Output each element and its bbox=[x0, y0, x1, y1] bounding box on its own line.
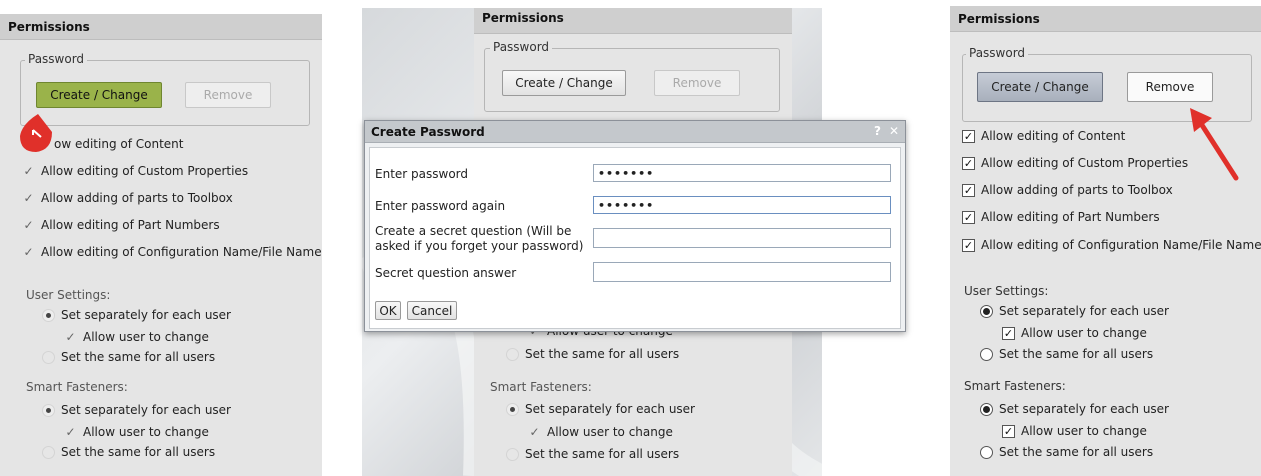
radio-icon bbox=[506, 447, 519, 461]
annotation-arrow-icon bbox=[1190, 108, 1239, 181]
checkbox-checked-icon: ✓ bbox=[962, 183, 975, 197]
radio-selected-icon bbox=[980, 304, 993, 318]
secret-question-label: Create a secret question (Will be asked … bbox=[375, 224, 584, 253]
create-change-button[interactable]: Create / Change bbox=[36, 82, 162, 108]
check-icon: ✓ bbox=[65, 424, 76, 439]
panel-title: Permissions bbox=[474, 8, 792, 34]
enter-password-label: Enter password bbox=[375, 167, 468, 181]
radio-selected-icon bbox=[980, 402, 993, 416]
secret-answer-input[interactable] bbox=[593, 262, 891, 282]
user-set-same-radio[interactable]: Set the same for all users bbox=[42, 350, 215, 364]
user-settings-label: User Settings: bbox=[26, 288, 111, 302]
fast-set-separately-radio[interactable]: Set separately for each user bbox=[42, 403, 231, 417]
checkbox-checked-icon: ✓ bbox=[962, 210, 975, 224]
user-settings-label: User Settings: bbox=[964, 284, 1049, 298]
password-group-label: Password bbox=[25, 52, 88, 66]
remove-button[interactable]: Remove bbox=[185, 82, 271, 108]
smart-fasteners-label: Smart Fasteners: bbox=[964, 379, 1066, 393]
right-panel: Permissions Password Create / Change Rem… bbox=[950, 6, 1261, 476]
smart-fasteners-label: Smart Fasteners: bbox=[26, 380, 128, 394]
radio-icon bbox=[980, 445, 993, 459]
check-icon: ✓ bbox=[23, 217, 34, 232]
perm-toolbox[interactable]: ✓ Allow adding of parts to Toolbox bbox=[962, 183, 1173, 197]
fast-set-separately-radio[interactable]: Set separately for each user bbox=[980, 402, 1169, 416]
panel-title: Permissions bbox=[0, 14, 322, 40]
checkbox-checked-icon: ✓ bbox=[1002, 424, 1015, 438]
radio-selected-icon bbox=[42, 308, 55, 322]
perm-content[interactable]: ow editing of Content bbox=[54, 137, 184, 151]
perm-config-name[interactable]: ✓ Allow editing of Configuration Name/Fil… bbox=[22, 244, 321, 259]
radio-icon bbox=[980, 347, 993, 361]
checkbox-checked-icon: ✓ bbox=[1002, 326, 1015, 340]
user-set-same-radio[interactable]: Set the same for all users bbox=[980, 347, 1153, 361]
password-group-label: Password bbox=[490, 40, 553, 54]
dialog-titlebar: Create Password ? ✕ bbox=[365, 121, 905, 143]
create-change-button[interactable]: Create / Change bbox=[977, 72, 1103, 102]
password-again-input[interactable]: ••••••• bbox=[593, 196, 891, 214]
check-icon: ✓ bbox=[529, 424, 540, 439]
password-group-label: Password bbox=[966, 46, 1029, 60]
perm-part-numbers[interactable]: ✓ Allow editing of Part Numbers bbox=[22, 217, 219, 232]
check-icon: ✓ bbox=[65, 329, 76, 344]
fast-set-same-radio[interactable]: Set the same for all users bbox=[42, 445, 215, 459]
ok-button[interactable]: OK bbox=[375, 301, 401, 320]
enter-password-again-label: Enter password again bbox=[375, 199, 506, 213]
user-set-separately-radio[interactable]: Set separately for each user bbox=[980, 304, 1169, 318]
perm-part-numbers[interactable]: ✓ Allow editing of Part Numbers bbox=[962, 210, 1160, 224]
fast-set-same-radio[interactable]: Set the same for all users bbox=[980, 445, 1153, 459]
fast-allow-change-checkbox[interactable]: ✓ Allow user to change bbox=[1002, 424, 1147, 438]
left-panel: Permissions Password Create / Change Rem… bbox=[0, 14, 322, 476]
perm-toolbox[interactable]: ✓ Allow adding of parts to Toolbox bbox=[22, 190, 232, 205]
radio-selected-icon bbox=[506, 402, 519, 416]
create-change-button[interactable]: Create / Change bbox=[502, 70, 626, 96]
dialog-title: Create Password bbox=[371, 125, 485, 139]
user-allow-change-checkbox[interactable]: ✓ Allow user to change bbox=[64, 329, 208, 344]
radio-icon bbox=[42, 350, 55, 364]
fast-set-separately-radio[interactable]: Set separately for each user bbox=[506, 402, 695, 416]
perm-content[interactable]: ✓ Allow editing of Content bbox=[962, 129, 1125, 143]
fast-allow-change-checkbox[interactable]: ✓ Allow user to change bbox=[528, 424, 672, 439]
remove-button[interactable]: Remove bbox=[654, 70, 740, 96]
panel-title: Permissions bbox=[950, 6, 1261, 32]
check-icon: ✓ bbox=[23, 163, 34, 178]
radio-selected-icon bbox=[42, 403, 55, 417]
checkbox-checked-icon: ✓ bbox=[962, 129, 975, 143]
perm-custom-properties[interactable]: ✓ Allow editing of Custom Properties bbox=[962, 156, 1188, 170]
annotation-pointer-icon bbox=[20, 114, 52, 152]
fast-allow-change-checkbox[interactable]: ✓ Allow user to change bbox=[64, 424, 208, 439]
check-icon: ✓ bbox=[23, 244, 34, 259]
user-allow-change-checkbox[interactable]: ✓ Allow user to change bbox=[1002, 326, 1147, 340]
checkbox-checked-icon: ✓ bbox=[962, 156, 975, 170]
smart-fasteners-label: Smart Fasteners: bbox=[490, 380, 592, 394]
user-set-same-radio[interactable]: Set the same for all users bbox=[506, 347, 679, 361]
cancel-button[interactable]: Cancel bbox=[407, 301, 457, 320]
fast-set-same-radio[interactable]: Set the same for all users bbox=[506, 447, 679, 461]
create-password-dialog: Create Password ? ✕ Enter password •••••… bbox=[364, 120, 906, 332]
user-set-separately-radio[interactable]: Set separately for each user bbox=[42, 308, 231, 322]
perm-config-name[interactable]: ✓ Allow editing of Configuration Name/Fil… bbox=[962, 238, 1261, 252]
close-icon[interactable]: ✕ bbox=[889, 124, 899, 138]
help-icon[interactable]: ? bbox=[874, 124, 881, 138]
secret-answer-label: Secret question answer bbox=[375, 266, 517, 280]
perm-custom-properties[interactable]: ✓ Allow editing of Custom Properties bbox=[22, 164, 248, 178]
check-icon: ✓ bbox=[23, 190, 34, 205]
password-input[interactable]: ••••••• bbox=[593, 164, 891, 182]
secret-question-input[interactable] bbox=[593, 228, 891, 248]
radio-icon bbox=[506, 347, 519, 361]
checkbox-checked-icon: ✓ bbox=[962, 238, 975, 252]
radio-icon bbox=[42, 445, 55, 459]
remove-button[interactable]: Remove bbox=[1127, 72, 1213, 102]
